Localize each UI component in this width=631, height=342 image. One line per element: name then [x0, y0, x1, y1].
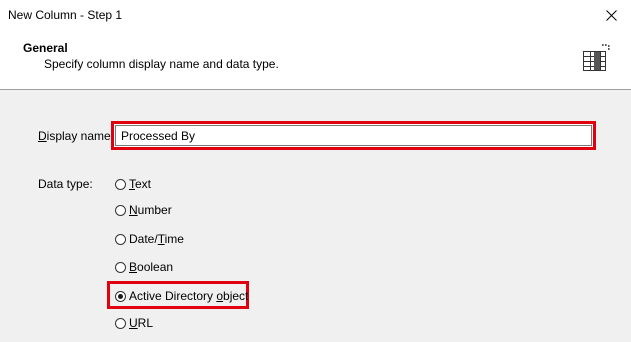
radio-datetime[interactable]: Date/Time — [115, 232, 184, 246]
radio-label-ad-object: Active Directory object — [129, 289, 249, 303]
radio-label-number: Number — [129, 203, 172, 217]
radio-button[interactable] — [115, 178, 126, 190]
title-bar: New Column - Step 1 — [0, 0, 631, 31]
header-subtitle: Specify column display name and data typ… — [44, 57, 279, 71]
radio-button[interactable] — [115, 233, 126, 245]
radio-label-text: Text — [129, 177, 152, 191]
radio-button[interactable] — [115, 261, 126, 273]
radio-label-boolean: Boolean — [129, 260, 174, 274]
radio-number[interactable]: Number — [115, 203, 172, 217]
close-button[interactable] — [591, 0, 631, 31]
radio-label-url: URL — [129, 316, 154, 330]
column-table-icon — [583, 44, 610, 71]
data-type-label: Data type: — [38, 177, 93, 191]
radio-label-datetime: Date/Time — [129, 232, 184, 246]
display-name-input[interactable] — [115, 125, 592, 146]
window-title: New Column - Step 1 — [8, 8, 123, 22]
radio-button[interactable] — [115, 204, 126, 216]
wizard-header: General Specify column display name and … — [0, 31, 631, 90]
close-icon — [605, 10, 617, 21]
header-title: General — [23, 41, 68, 55]
radio-text[interactable]: Text — [115, 177, 151, 191]
radio-ad-object[interactable]: Active Directory object — [115, 289, 248, 303]
radio-url[interactable]: URL — [115, 316, 153, 330]
radio-button-checked[interactable] — [115, 290, 126, 302]
radio-boolean[interactable]: Boolean — [115, 260, 173, 274]
display-name-label: Display name: — [38, 129, 115, 143]
radio-button[interactable] — [115, 317, 126, 329]
display-name-highlight — [111, 121, 596, 150]
